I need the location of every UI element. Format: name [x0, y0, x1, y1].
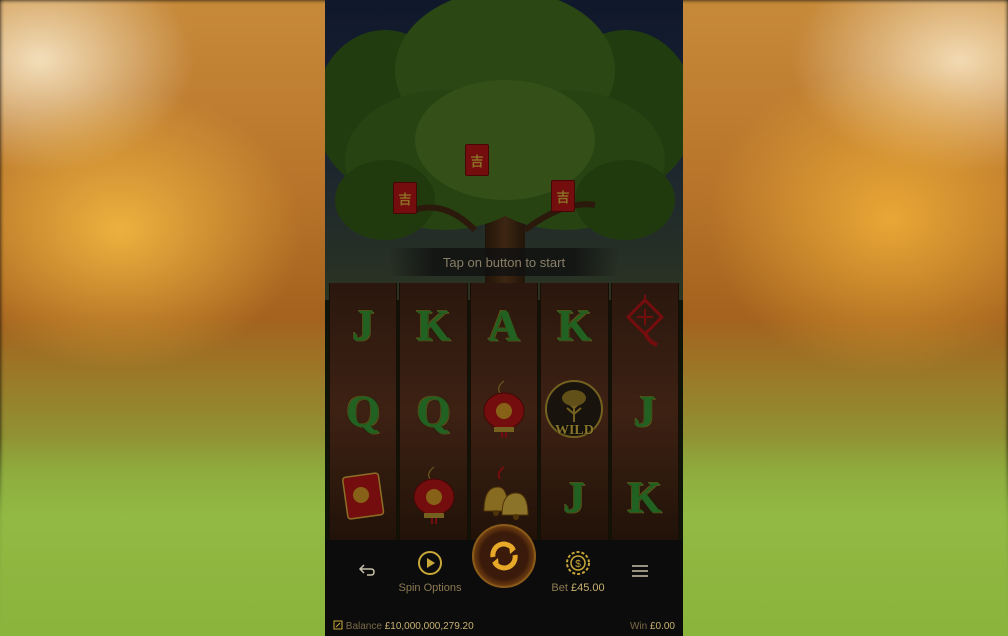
hamburger-menu-icon	[632, 565, 648, 577]
reel-4: K WILD J	[540, 283, 609, 540]
reel-grid: J Q K Q A K WILD J J K	[329, 283, 679, 540]
bet-label: Bet	[551, 582, 568, 594]
balance-display: Balance £10,000,000,279.20	[333, 620, 474, 632]
symbol-k: K	[416, 301, 451, 351]
game-stage: 吉 吉 吉 Tap on button to start J Q K Q A K WILD J…	[325, 0, 683, 636]
reel-cell: WILD	[541, 369, 607, 455]
reel-5: JK	[610, 283, 679, 540]
reel-cell: K	[541, 283, 607, 369]
menu-button[interactable]	[631, 564, 649, 578]
red-envelope-icon	[337, 469, 389, 526]
coin-icon: $	[566, 551, 590, 575]
symbol-q: Q	[416, 386, 451, 436]
back-button[interactable]	[358, 563, 376, 577]
bet-value: £45.00	[570, 582, 605, 594]
status-bar: Balance £10,000,000,279.20 Win £0.00	[325, 616, 683, 636]
reel-cell: Q	[330, 369, 396, 455]
symbol-k: K	[557, 301, 592, 351]
reel-cell	[400, 454, 466, 540]
wallet-icon	[333, 620, 343, 630]
reel-cell: Q	[400, 369, 466, 455]
spin-options-label: Spin Options	[398, 582, 462, 594]
balance-value: £10,000,000,279.20	[384, 621, 474, 632]
play-circle-icon	[418, 551, 442, 575]
start-hint-banner: Tap on button to start	[389, 248, 619, 276]
golden-bells-icon	[474, 465, 534, 530]
symbol-a: A	[488, 301, 520, 351]
reel-2: KQ	[399, 283, 468, 540]
reel-cell: A	[471, 283, 537, 369]
spin-options-button[interactable]: Spin Options	[397, 550, 463, 594]
bet-button[interactable]: $ Bet £45.00	[545, 550, 611, 594]
reel-cell: K	[612, 454, 678, 540]
symbol-q: Q	[346, 386, 381, 436]
red-lantern-icon	[406, 465, 462, 530]
win-value: £0.00	[649, 620, 675, 632]
reel-cell: K	[400, 283, 466, 369]
reel-cell	[612, 283, 678, 369]
red-envelope-icon: 吉	[465, 144, 489, 176]
reel-3: A	[469, 283, 539, 540]
red-envelope-icon: 吉	[551, 180, 575, 212]
reel-cell: J	[330, 283, 396, 369]
red-lantern-icon	[476, 379, 532, 444]
symbol-j: J	[633, 386, 656, 436]
reel-cell: J	[541, 454, 607, 540]
back-arrow-icon	[358, 564, 375, 576]
reel-1: JQ	[329, 283, 398, 540]
symbol-j: J	[563, 472, 586, 522]
symbol-k: K	[627, 472, 662, 522]
svg-text:$: $	[575, 559, 581, 570]
wild-tree-icon: WILD	[543, 378, 605, 445]
wild-label: WILD	[554, 422, 594, 438]
start-hint-text: Tap on button to start	[442, 254, 566, 270]
chinese-knot-icon	[617, 293, 673, 358]
reel-cell	[330, 454, 396, 540]
tree-canopy	[325, 0, 683, 240]
reel-cell: J	[612, 369, 678, 455]
reel-cell	[471, 369, 537, 455]
spin-button[interactable]	[472, 524, 536, 588]
win-display: Win £0.00	[630, 621, 675, 632]
win-label: Win	[629, 620, 648, 632]
red-envelope-icon: 吉	[393, 182, 417, 214]
bet-display: Bet £45.00	[551, 582, 604, 594]
spin-arrows-icon	[490, 541, 518, 571]
balance-label: Balance	[345, 621, 382, 632]
symbol-j: J	[352, 301, 375, 351]
